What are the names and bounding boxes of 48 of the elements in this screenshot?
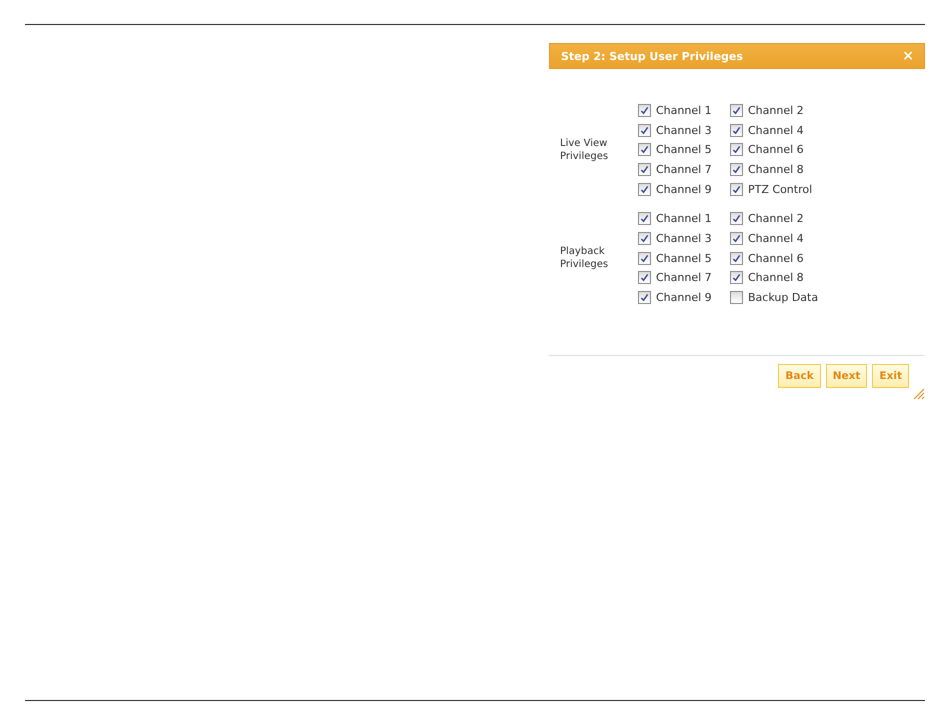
checkbox[interactable] — [638, 162, 651, 176]
checkbox-label: Channel 2 — [748, 104, 804, 117]
checkbox-label: Channel 3 — [656, 232, 712, 245]
checkbox-label: Channel 8 — [748, 162, 804, 176]
checkbox-label: Channel 6 — [748, 143, 804, 156]
checkbox-label: Channel 5 — [656, 252, 712, 265]
wizard-button[interactable]: Next — [826, 364, 868, 388]
checkbox[interactable] — [638, 143, 651, 156]
checkbox[interactable] — [730, 212, 743, 226]
group-label: Playback Privileges — [560, 245, 610, 272]
checkbox-label: Backup Data — [748, 291, 818, 304]
checkbox[interactable] — [638, 182, 651, 196]
checkbox-label: Channel 4 — [748, 124, 804, 137]
checkbox-label: Channel 1 — [656, 212, 712, 226]
checkbox-label: Channel 9 — [656, 291, 712, 304]
checkbox-label: Channel 5 — [656, 143, 712, 156]
checkbox-label: Channel 2 — [748, 212, 804, 226]
checkbox-label: Channel 7 — [656, 271, 712, 284]
checkbox-label: Channel 9 — [656, 182, 712, 196]
checkbox-label: Channel 4 — [748, 232, 804, 245]
dialog-title: Step 2: Setup User Privileges — [561, 50, 743, 62]
close-button[interactable]: × — [902, 48, 914, 64]
checkbox-label: PTZ Control — [748, 182, 812, 196]
wizard-button[interactable]: Exit — [872, 364, 909, 388]
wizard-button[interactable]: Back — [778, 364, 821, 388]
checkbox[interactable] — [638, 212, 651, 226]
checkbox-label: Channel 7 — [656, 162, 712, 176]
checkbox[interactable] — [730, 182, 743, 196]
checkbox-label: Channel 8 — [748, 271, 804, 284]
checkbox[interactable] — [730, 271, 743, 284]
checkbox-label: Channel 6 — [748, 252, 804, 265]
checkbox[interactable] — [730, 162, 743, 176]
checkbox[interactable] — [638, 252, 651, 265]
checkbox[interactable] — [638, 124, 651, 137]
checkbox[interactable] — [730, 232, 743, 245]
checkbox[interactable] — [638, 291, 651, 304]
resize-grip-icon[interactable] — [913, 388, 925, 400]
group-label: Live View Privileges — [560, 136, 610, 163]
checkbox[interactable] — [730, 104, 743, 117]
checkbox-label: Channel 1 — [656, 104, 712, 117]
checkbox-label: Channel 3 — [656, 124, 712, 137]
checkbox[interactable] — [730, 143, 743, 156]
checkbox[interactable] — [638, 232, 651, 245]
checkbox[interactable] — [730, 291, 743, 304]
checkbox[interactable] — [730, 124, 743, 137]
checkbox[interactable] — [730, 252, 743, 265]
checkbox[interactable] — [638, 104, 651, 117]
checkbox[interactable] — [638, 271, 651, 284]
